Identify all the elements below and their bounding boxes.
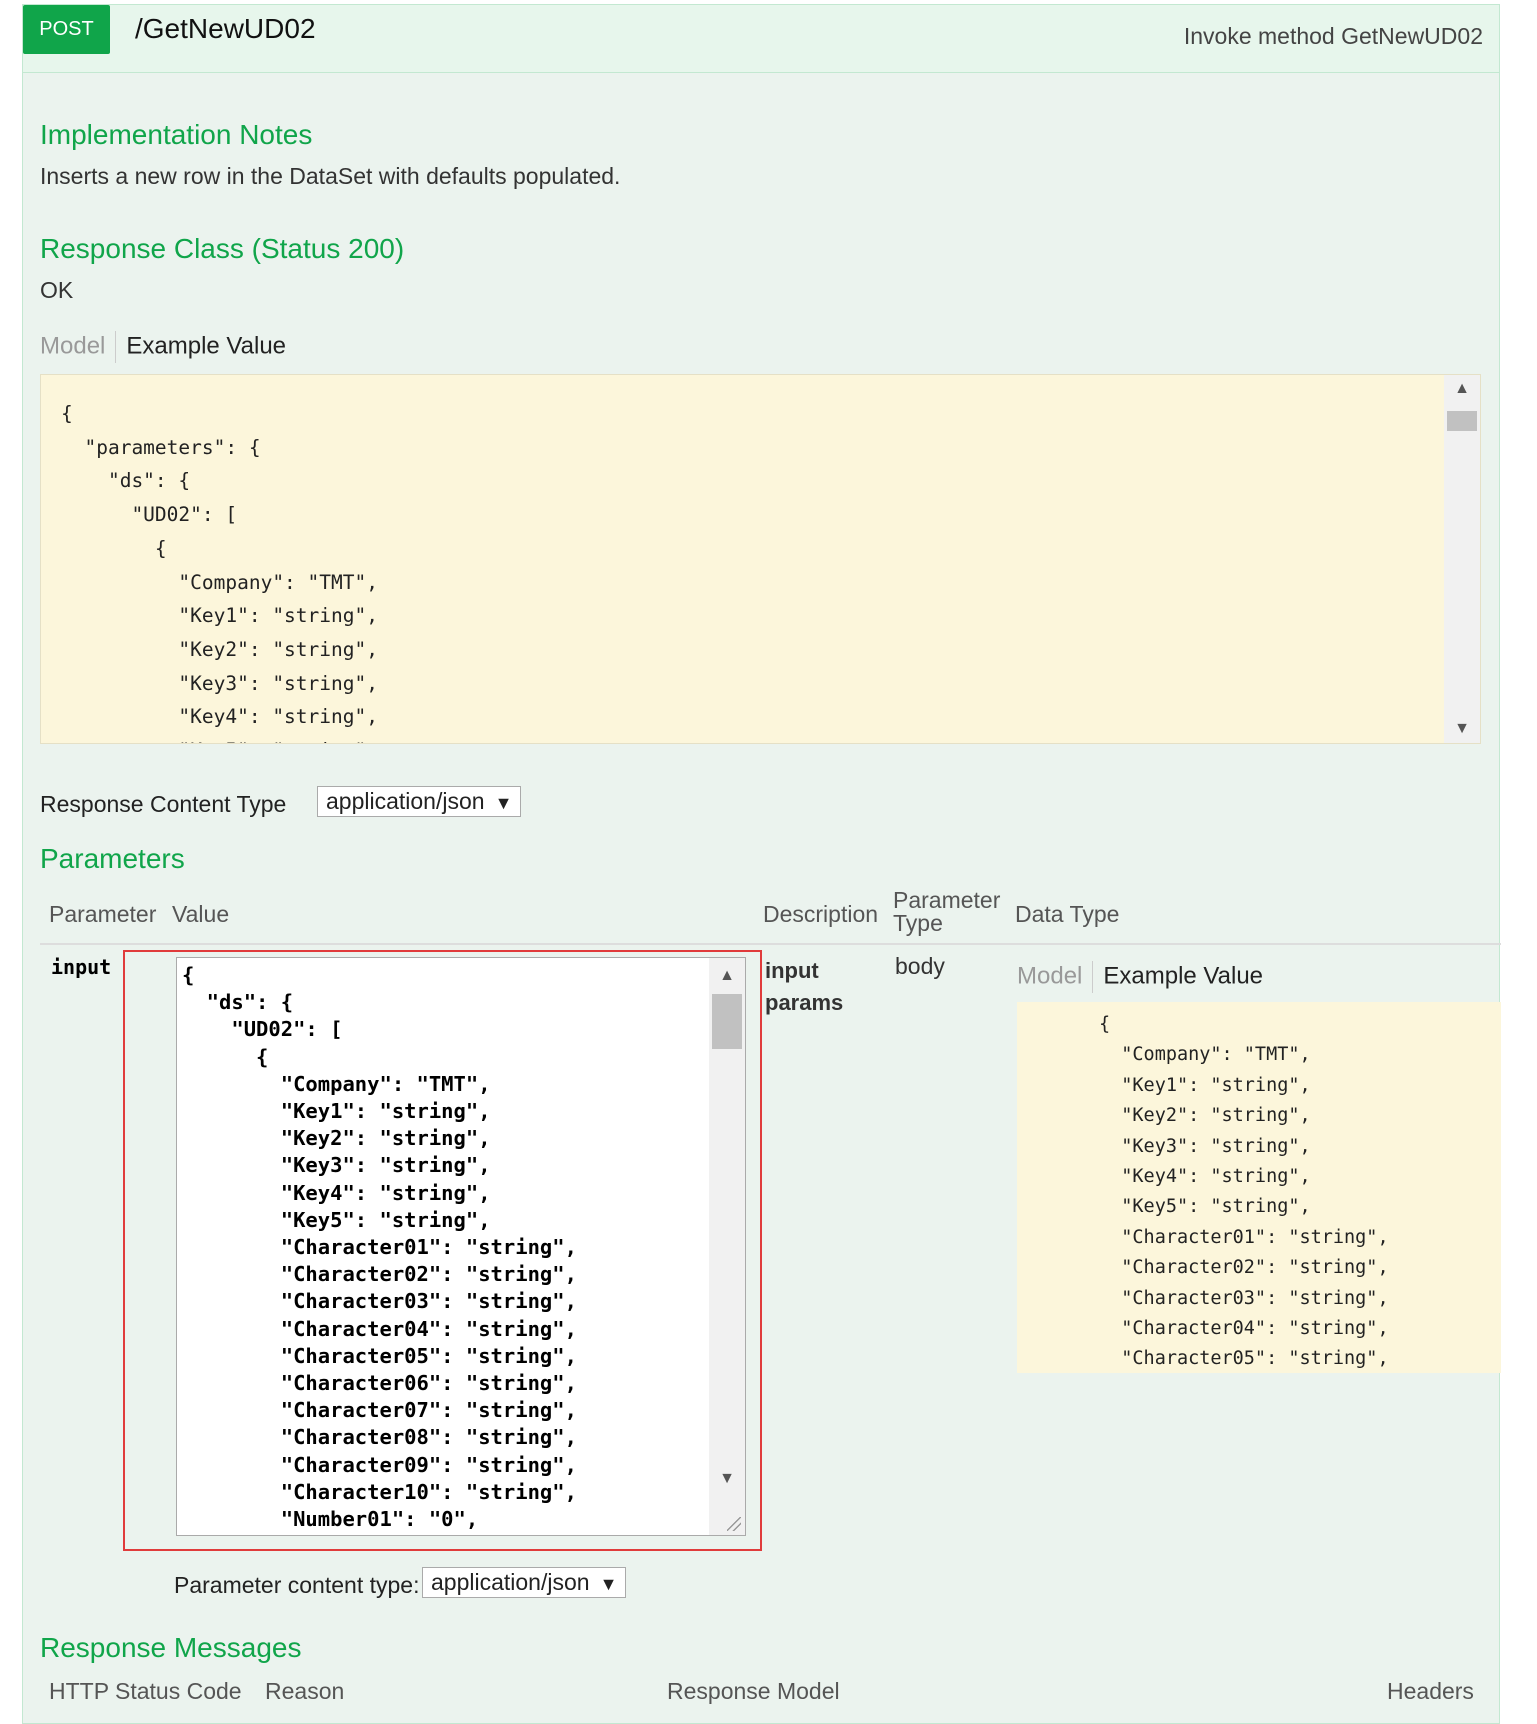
response-content-type-select[interactable]: application/json ▼ [317,786,522,817]
scroll-down-icon[interactable]: ▼ [709,1465,745,1493]
tab-divider [115,331,117,363]
col-parameter: Parameter [49,901,157,927]
col-http-status-code: HTTP Status Code [49,1678,242,1704]
col-parameter-type-line2: Type [893,910,943,936]
response-class-title: Response Class (Status 200) [40,233,405,264]
resize-handle-icon[interactable] [709,1499,745,1535]
tab-model[interactable]: Model [1017,962,1082,989]
textarea-scrollbar[interactable]: ▲ ▼ [709,958,745,1535]
dropdown-arrow-icon: ▼ [599,1574,618,1594]
parameter-content-type-label: Parameter content type: [174,1572,420,1598]
response-content-type-value: application/json [326,788,485,814]
response-model-tabs: Model Example Value [40,331,286,363]
operation-header[interactable]: POST /GetNewUD02 Invoke method GetNewUD0… [23,5,1499,73]
response-messages-title: Response Messages [40,1632,302,1663]
col-value: Value [172,901,230,927]
col-description: Description [763,901,879,927]
parameter-value-code: { "ds": { "UD02": [ { "Company": "TMT", … [182,963,577,1532]
tab-model[interactable]: Model [40,332,105,359]
parameters-title: Parameters [40,843,185,874]
col-parameter-type: Parameter Type [893,889,1000,935]
parameters-header-divider [40,943,1501,945]
dropdown-arrow-icon: ▼ [494,793,513,813]
implementation-notes-title: Implementation Notes [40,119,313,150]
scrollbar-thumb[interactable] [712,994,742,1049]
parameter-content-type-select[interactable]: application/json ▼ [422,1567,627,1598]
parameter-description-line1: input [765,958,819,983]
parameter-content-type-value: application/json [431,1569,590,1595]
response-status-text: OK [40,277,74,303]
col-data-type: Data Type [1015,901,1120,927]
response-content-type-label: Response Content Type [40,791,287,817]
response-example-box[interactable]: { "parameters": { "ds": { "UD02": [ { "C… [40,374,1481,744]
response-example-code: { "parameters": { "ds": { "UD02": [ { "C… [61,402,378,743]
parameter-type: body [895,953,945,979]
datatype-example-box[interactable]: { "Company": "TMT", "Key1": "string", "K… [1017,1002,1501,1373]
parameter-description: input params [765,955,843,1019]
col-reason: Reason [265,1678,345,1704]
parameter-value-textarea[interactable]: { "ds": { "UD02": [ { "Company": "TMT", … [176,957,746,1536]
response-example-scrollbar[interactable]: ▲ ▼ [1444,375,1480,743]
col-response-model: Response Model [667,1678,840,1704]
datatype-example-code: { "Company": "TMT", "Key1": "string", "K… [1099,1014,1389,1370]
scroll-up-icon[interactable]: ▲ [1444,375,1480,403]
datatype-model-tabs: Model Example Value [1017,961,1263,993]
tab-example-value[interactable]: Example Value [1103,962,1263,989]
operation-path[interactable]: /GetNewUD02 [135,13,316,45]
parameter-name: input [51,955,112,979]
operation-summary[interactable]: Invoke method GetNewUD02 [1184,23,1483,50]
http-method-badge[interactable]: POST [23,5,110,54]
tab-divider [1092,961,1094,993]
implementation-notes-text: Inserts a new row in the DataSet with de… [40,163,621,189]
col-parameter-type-line1: Parameter [893,887,1001,913]
scroll-up-icon[interactable]: ▲ [709,962,745,990]
operation-panel: POST /GetNewUD02 Invoke method GetNewUD0… [22,4,1501,1724]
tab-example-value[interactable]: Example Value [126,332,286,359]
scrollbar-thumb[interactable] [1447,411,1477,431]
col-headers: Headers [1387,1678,1474,1704]
parameter-value-highlight: { "ds": { "UD02": [ { "Company": "TMT", … [123,950,762,1551]
scroll-down-icon[interactable]: ▼ [1444,715,1480,743]
parameter-description-line2: params [765,990,844,1015]
